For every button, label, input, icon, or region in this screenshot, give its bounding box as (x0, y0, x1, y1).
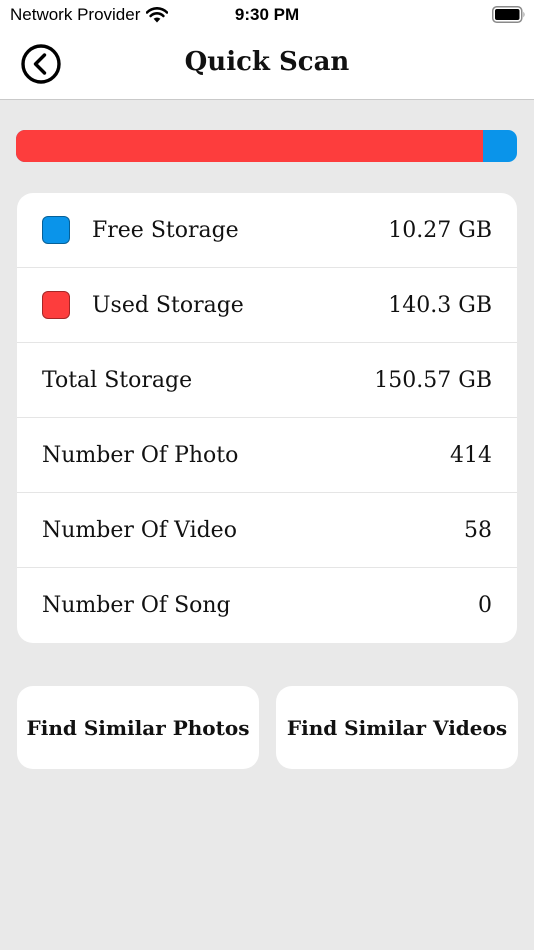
photo-count-label: Number Of Photo (42, 442, 239, 468)
storage-usage-bar (16, 130, 517, 162)
navigation-bar: Quick Scan (0, 30, 534, 100)
video-count-value: 58 (464, 517, 492, 543)
find-similar-photos-button[interactable]: Find Similar Photos (17, 686, 259, 769)
photo-count-row: Number Of Photo 414 (17, 418, 517, 493)
total-storage-row: Total Storage 150.57 GB (17, 343, 517, 418)
total-storage-label: Total Storage (42, 367, 193, 393)
video-count-label: Number Of Video (42, 517, 237, 543)
used-storage-swatch (42, 291, 70, 319)
storage-info-card: Free Storage 10.27 GB Used Storage 140.3… (17, 193, 517, 643)
status-time: 9:30 PM (234, 5, 300, 24)
song-count-label: Number Of Song (42, 593, 231, 618)
find-similar-videos-button[interactable]: Find Similar Videos (276, 686, 518, 769)
free-storage-row: Free Storage 10.27 GB (17, 193, 517, 268)
battery-icon (492, 6, 526, 23)
free-storage-label: Free Storage (92, 217, 239, 243)
song-count-row: Number Of Song 0 (17, 568, 517, 643)
free-storage-value: 10.27 GB (388, 217, 492, 243)
used-storage-value: 140.3 GB (388, 292, 492, 318)
storage-used-fill (16, 130, 483, 162)
photo-count-value: 414 (450, 442, 492, 468)
page-title: Quick Scan (184, 47, 350, 77)
video-count-row: Number Of Video 58 (17, 493, 517, 568)
used-storage-row: Used Storage 140.3 GB (17, 268, 517, 343)
status-bar: Network Provider 9:30 PM (0, 0, 534, 30)
total-storage-value: 150.57 GB (374, 367, 492, 393)
used-storage-label: Used Storage (92, 292, 244, 318)
song-count-value: 0 (478, 593, 492, 618)
free-storage-swatch (42, 216, 70, 244)
